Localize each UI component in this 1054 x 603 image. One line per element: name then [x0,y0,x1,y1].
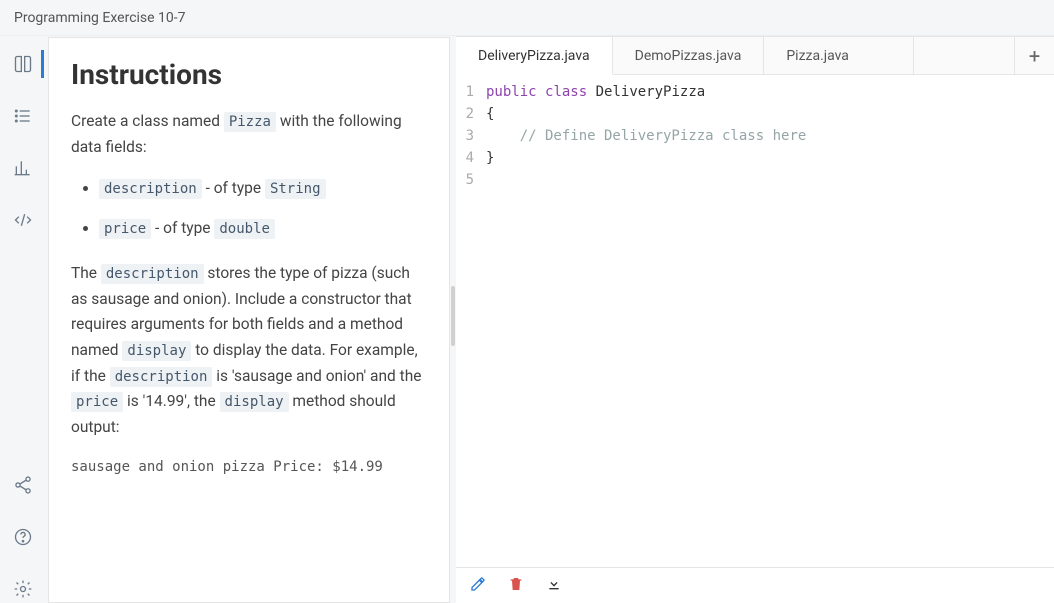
editor-toolbar [456,567,1054,603]
inline-code: description [101,264,204,284]
splitter[interactable] [450,36,456,603]
tab-demopizzas[interactable]: DemoPizzas.java [613,37,765,74]
book-icon[interactable] [13,54,33,78]
code-lines[interactable]: public class DeliveryPizza{ // Define De… [480,75,806,567]
inline-code: description [99,179,202,199]
inline-code: double [214,219,275,239]
tab-deliverypizza[interactable]: DeliveryPizza.java [456,37,613,75]
download-icon[interactable] [546,576,562,596]
editor-tabs: DeliveryPizza.java DemoPizzas.java Pizza… [456,37,1054,75]
share-icon[interactable] [13,475,33,499]
app-header: Programming Exercise 10-7 [0,0,1054,36]
edit-icon[interactable] [470,576,486,596]
inline-code: display [220,392,289,412]
list-item: description - of type String [99,176,427,202]
inline-code: description [110,367,213,387]
line-gutter: 12345 [456,75,480,567]
list-item: price - of type double [99,216,427,242]
inline-code: price [71,392,123,412]
add-tab-button[interactable]: + [1014,37,1054,74]
instructions-panel: Instructions Create a class named Pizza … [48,37,450,603]
code-editor[interactable]: 12345 public class DeliveryPizza{ // Def… [456,75,1054,567]
trash-icon[interactable] [508,576,524,596]
inline-code: price [99,219,151,239]
paragraph: Create a class named Pizza with the foll… [71,109,427,160]
instructions-body: Create a class named Pizza with the foll… [49,109,449,499]
paragraph: The description stores the type of pizza… [71,261,427,440]
chart-icon[interactable] [13,158,33,182]
inline-code: Pizza [224,112,276,132]
gear-icon[interactable] [13,579,33,603]
sidebar [0,36,46,603]
bullet-list: description - of type String price - of … [71,176,427,241]
code-icon[interactable] [13,210,33,234]
main-area: Instructions Create a class named Pizza … [0,36,1054,603]
page-title: Programming Exercise 10-7 [14,10,186,26]
inline-code: String [265,179,326,199]
inline-code: display [122,341,191,361]
code-output: sausage and onion pizza Price: $14.99 [71,456,427,479]
instructions-heading: Instructions [49,38,449,109]
editor-area: DeliveryPizza.java DemoPizzas.java Pizza… [456,36,1054,603]
help-icon[interactable] [13,527,33,551]
list-icon[interactable] [13,106,33,130]
tab-pizza[interactable]: Pizza.java [764,37,914,74]
